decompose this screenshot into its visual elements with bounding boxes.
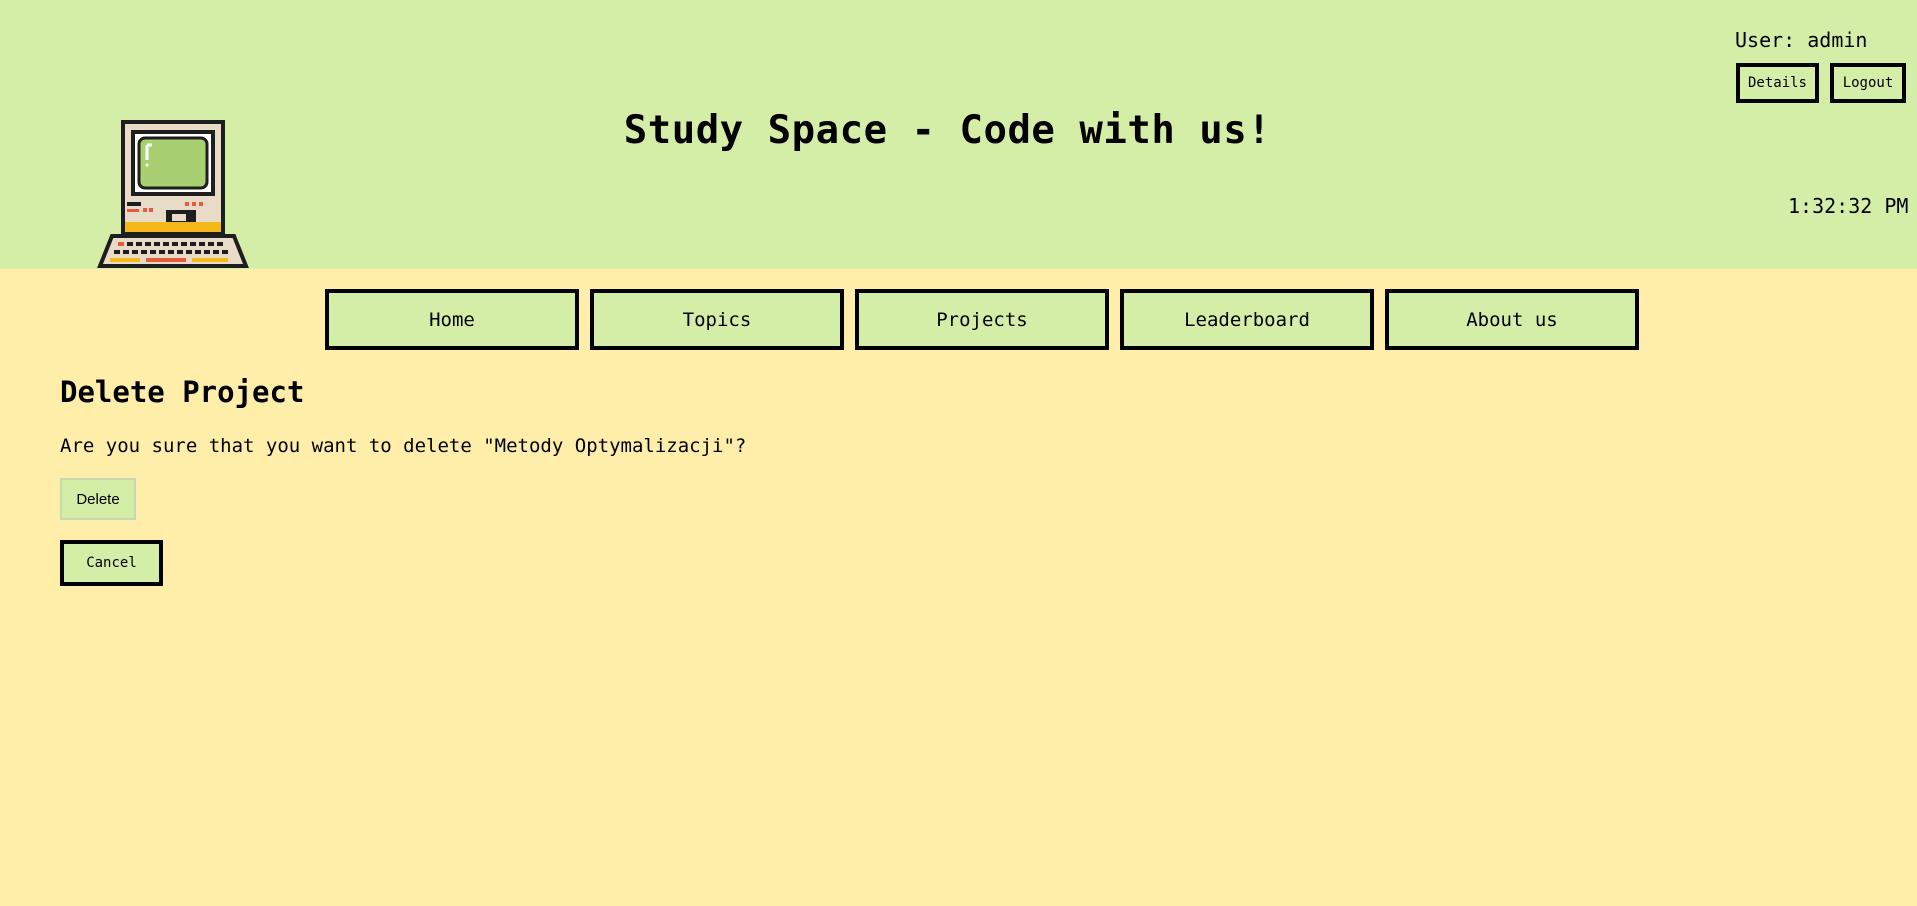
site-title: Study Space - Code with us! <box>623 108 1272 153</box>
logout-button[interactable]: Logout <box>1830 63 1906 103</box>
page-title: Delete Project <box>60 375 305 409</box>
nav-topics[interactable]: Topics <box>590 289 844 350</box>
nav-projects[interactable]: Projects <box>855 289 1109 350</box>
nav-about-us[interactable]: About us <box>1385 289 1639 350</box>
main-nav: Home Topics Projects Leaderboard About u… <box>325 289 1639 350</box>
cancel-button[interactable]: Cancel <box>60 540 163 586</box>
header: Study Space - Code with us! User: admin … <box>0 0 1917 269</box>
delete-button[interactable]: Delete <box>60 478 136 520</box>
clock: 1:32:32 PM <box>1788 194 1909 218</box>
nav-home[interactable]: Home <box>325 289 579 350</box>
user-label: User: admin <box>1735 28 1868 52</box>
confirm-text: Are you sure that you want to delete "Me… <box>60 435 747 457</box>
details-button[interactable]: Details <box>1736 63 1819 103</box>
nav-leaderboard[interactable]: Leaderboard <box>1120 289 1374 350</box>
